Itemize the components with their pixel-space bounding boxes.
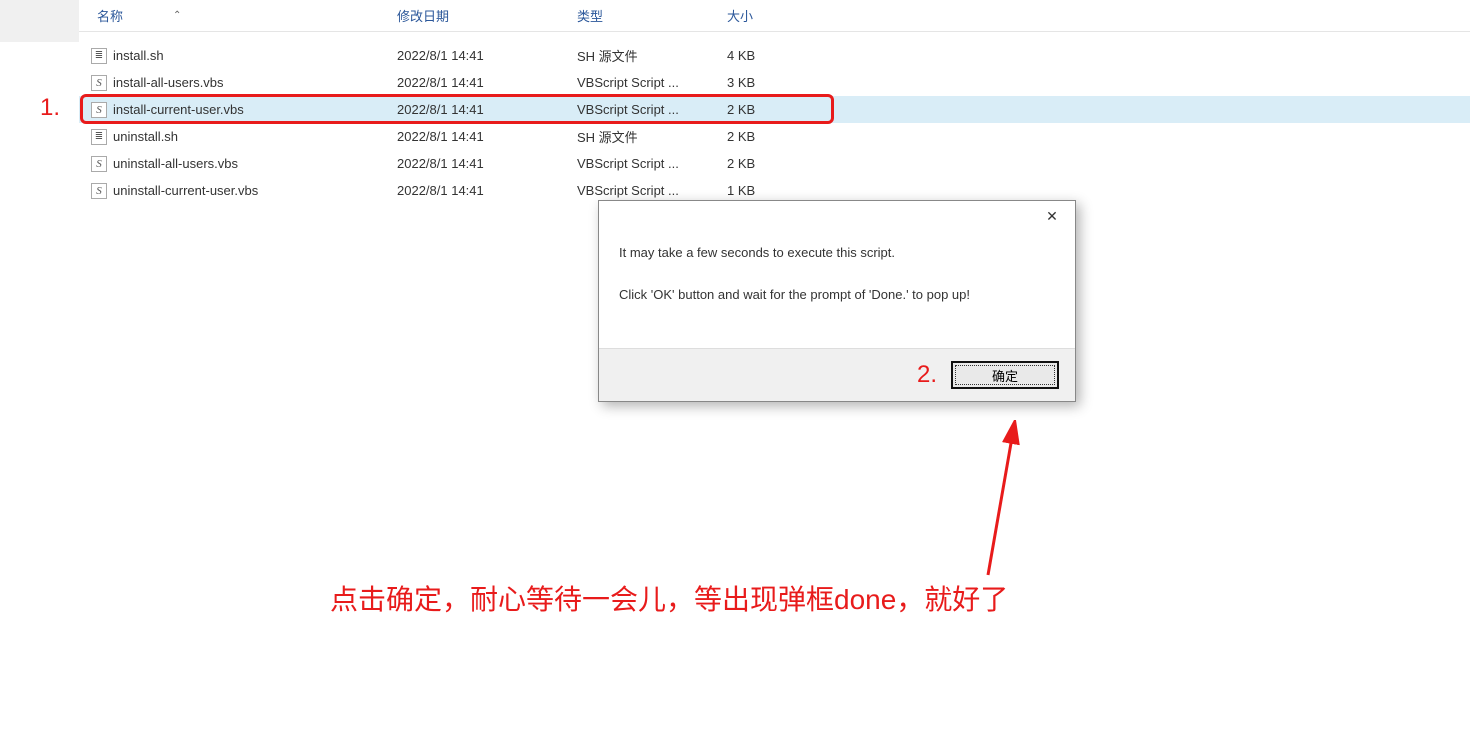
file-row[interactable]: uninstall-all-users.vbs 2022/8/1 14:41VBS… (79, 150, 1470, 177)
dialog-text-line1: It may take a few seconds to execute thi… (619, 243, 1055, 263)
annotation-arrow-icon (978, 420, 1038, 580)
file-type-label: VBScript Script ... (577, 183, 727, 198)
file-row[interactable]: install.sh 2022/8/1 14:41SH 源文件4 KB (79, 42, 1470, 69)
file-name-label: install.sh (113, 48, 164, 63)
file-type-label: VBScript Script ... (577, 102, 727, 117)
annotation-number-2: 2. (917, 361, 937, 389)
sidebar-stub (0, 0, 79, 42)
vbs-file-icon (91, 75, 107, 91)
file-size-label: 2 KB (727, 129, 817, 144)
file-row[interactable]: install-all-users.vbs 2022/8/1 14:41VBScr… (79, 69, 1470, 96)
file-size-label: 4 KB (727, 48, 817, 63)
file-type-label: VBScript Script ... (577, 156, 727, 171)
file-name-label: install-current-user.vbs (113, 102, 244, 117)
script-dialog: ✕ It may take a few seconds to execute t… (598, 200, 1076, 402)
annotation-number-1: 1. (40, 94, 60, 122)
file-name-label: uninstall-current-user.vbs (113, 183, 258, 198)
column-header-row: 名称 ⌃ 修改日期 类型 大小 (79, 0, 1470, 32)
column-header-name[interactable]: 名称 ⌃ (79, 6, 397, 25)
sh-file-icon (91, 129, 107, 145)
file-date-label: 2022/8/1 14:41 (397, 183, 577, 198)
file-name-label: uninstall-all-users.vbs (113, 156, 238, 171)
file-name-label: uninstall.sh (113, 129, 178, 144)
close-icon: ✕ (1046, 208, 1058, 225)
ok-button[interactable]: 确定 (951, 361, 1059, 389)
file-type-label: VBScript Script ... (577, 75, 727, 90)
file-type-label: SH 源文件 (577, 127, 727, 146)
dialog-footer: 2. 确定 (599, 348, 1075, 401)
file-row[interactable]: uninstall.sh 2022/8/1 14:41SH 源文件2 KB (79, 123, 1470, 150)
annotation-caption: 点击确定，耐心等待一会儿，等出现弹框done，就好了 (330, 578, 1008, 618)
vbs-file-icon (91, 102, 107, 118)
sh-file-icon (91, 48, 107, 64)
file-date-label: 2022/8/1 14:41 (397, 156, 577, 171)
dialog-titlebar: ✕ (599, 201, 1075, 237)
sort-asc-icon: ⌃ (173, 10, 181, 21)
file-size-label: 3 KB (727, 75, 817, 90)
file-date-label: 2022/8/1 14:41 (397, 75, 577, 90)
column-header-size[interactable]: 大小 (727, 6, 817, 25)
file-name-label: install-all-users.vbs (113, 75, 224, 90)
file-size-label: 1 KB (727, 183, 817, 198)
file-date-label: 2022/8/1 14:41 (397, 129, 577, 144)
vbs-file-icon (91, 156, 107, 172)
column-header-name-label: 名称 (97, 6, 123, 25)
close-button[interactable]: ✕ (1029, 201, 1075, 231)
column-header-date[interactable]: 修改日期 (397, 6, 577, 25)
file-size-label: 2 KB (727, 102, 817, 117)
file-row[interactable]: install-current-user.vbs 2022/8/1 14:41VB… (79, 96, 1470, 123)
file-date-label: 2022/8/1 14:41 (397, 48, 577, 63)
dialog-text-line2: Click 'OK' button and wait for the promp… (619, 285, 1055, 305)
vbs-file-icon (91, 183, 107, 199)
file-type-label: SH 源文件 (577, 46, 727, 65)
column-header-type[interactable]: 类型 (577, 6, 727, 25)
dialog-body: It may take a few seconds to execute thi… (599, 237, 1075, 348)
file-date-label: 2022/8/1 14:41 (397, 102, 577, 117)
file-size-label: 2 KB (727, 156, 817, 171)
file-list: install.sh2022/8/1 14:41SH 源文件4 KBinstal… (79, 42, 1470, 204)
